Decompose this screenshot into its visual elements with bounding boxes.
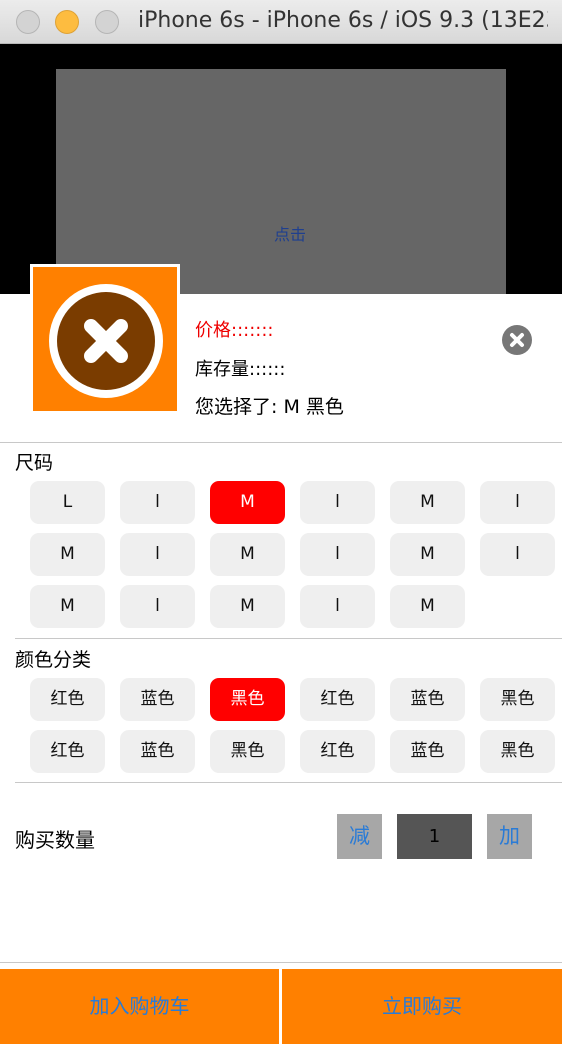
color-option[interactable]: 红色 xyxy=(30,730,105,773)
tap-area[interactable]: 点击 xyxy=(56,69,506,294)
add-to-cart-button[interactable]: 加入购物车 xyxy=(0,969,279,1044)
close-icon xyxy=(510,333,524,347)
size-option[interactable]: M xyxy=(210,585,285,628)
stock-label: 库存量:::::: xyxy=(195,359,286,380)
size-options: LlMlMlMlMlMlMlMlM xyxy=(30,481,560,631)
quantity-label: 购买数量 xyxy=(15,828,95,852)
size-option[interactable]: M xyxy=(210,481,285,524)
minimize-window-button[interactable] xyxy=(55,10,79,34)
size-option[interactable]: l xyxy=(120,481,195,524)
product-thumbnail xyxy=(30,264,180,414)
size-option[interactable]: l xyxy=(120,585,195,628)
color-options: 红色 蓝色 黑色 红色 蓝色 黑色 红色 蓝色 黑色 红色 蓝色 黑色 xyxy=(30,678,560,778)
size-option[interactable]: l xyxy=(480,533,555,576)
size-option[interactable]: l xyxy=(480,481,555,524)
color-section-title: 颜色分类 xyxy=(15,649,92,671)
size-option[interactable]: M xyxy=(210,533,285,576)
size-option[interactable]: l xyxy=(120,533,195,576)
color-option[interactable]: 黑色 xyxy=(210,678,285,721)
close-window-button[interactable] xyxy=(16,10,40,34)
zoom-window-button[interactable] xyxy=(95,10,119,34)
increment-button[interactable]: 加 xyxy=(487,814,532,859)
window-title: iPhone 6s - iPhone 6s / iOS 9.3 (13E230) xyxy=(138,8,548,33)
size-option[interactable]: l xyxy=(300,533,375,576)
simulator-screen: 点击 价格::::::: 库存量:::::: 您选择了: M 黑色 尺码 LlM… xyxy=(0,44,562,1044)
color-option[interactable]: 红色 xyxy=(30,678,105,721)
size-option[interactable]: L xyxy=(30,481,105,524)
color-option[interactable]: 黑色 xyxy=(480,730,555,773)
color-option[interactable]: 蓝色 xyxy=(390,678,465,721)
price-label: 价格::::::: xyxy=(195,320,274,341)
color-option[interactable]: 蓝色 xyxy=(390,730,465,773)
color-option[interactable]: 黑色 xyxy=(480,678,555,721)
size-option[interactable]: l xyxy=(300,481,375,524)
quantity-value[interactable]: 1 xyxy=(397,814,472,859)
divider xyxy=(15,638,562,639)
color-option[interactable]: 红色 xyxy=(300,730,375,773)
color-option[interactable]: 蓝色 xyxy=(120,678,195,721)
size-option[interactable]: M xyxy=(390,533,465,576)
x-icon xyxy=(84,319,128,363)
divider xyxy=(0,962,562,963)
size-option[interactable]: M xyxy=(30,585,105,628)
divider xyxy=(0,442,562,443)
close-button[interactable] xyxy=(502,325,532,355)
size-option[interactable]: M xyxy=(30,533,105,576)
divider xyxy=(15,782,562,783)
tap-label: 点击 xyxy=(274,225,307,244)
color-option[interactable]: 红色 xyxy=(300,678,375,721)
size-option[interactable]: M xyxy=(390,585,465,628)
decrement-button[interactable]: 减 xyxy=(337,814,382,859)
color-option[interactable]: 黑色 xyxy=(210,730,285,773)
selection-summary: 您选择了: M 黑色 xyxy=(195,396,344,418)
size-option[interactable]: M xyxy=(390,481,465,524)
backdrop: 点击 xyxy=(0,44,562,294)
size-option[interactable]: l xyxy=(300,585,375,628)
buy-now-button[interactable]: 立即购买 xyxy=(282,969,562,1044)
window-titlebar: iPhone 6s - iPhone 6s / iOS 9.3 (13E230) xyxy=(0,0,562,44)
size-section-title: 尺码 xyxy=(15,452,54,474)
color-option[interactable]: 蓝色 xyxy=(120,730,195,773)
